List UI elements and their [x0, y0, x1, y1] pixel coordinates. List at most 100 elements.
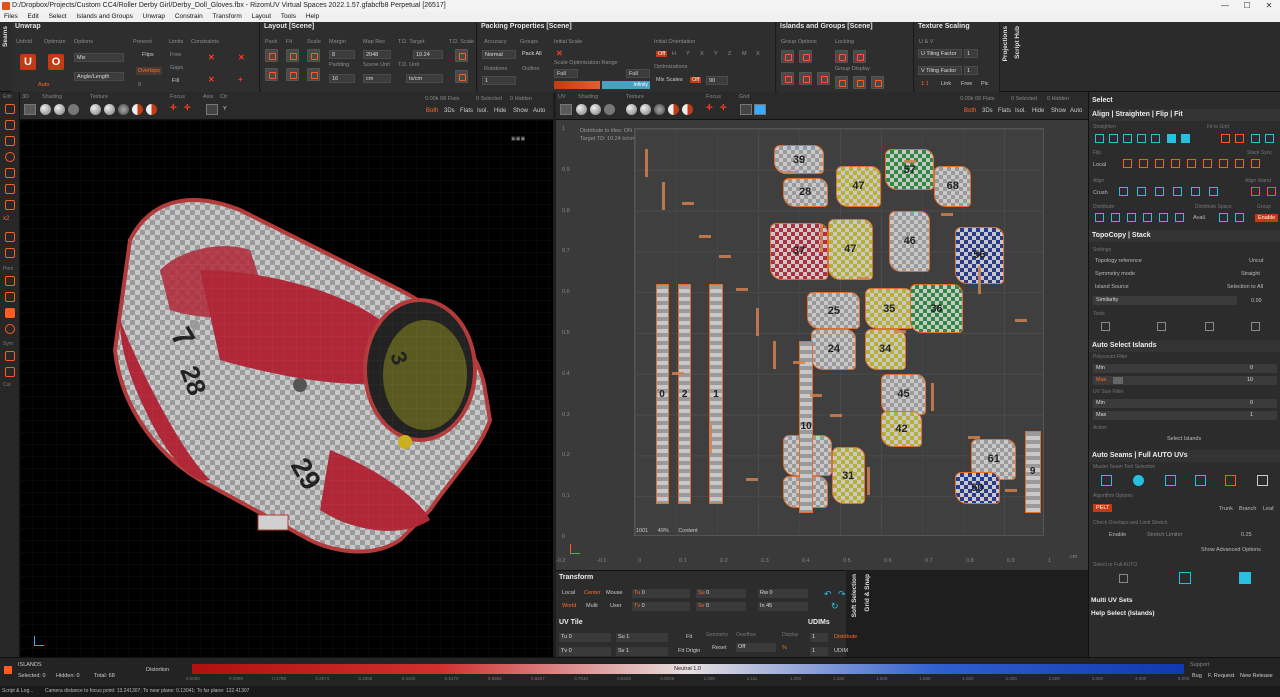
both-button[interactable]: Both — [426, 108, 438, 114]
menu-help[interactable]: Help — [306, 13, 319, 20]
mix-field[interactable]: Mix — [74, 53, 124, 62]
bug-link[interactable]: Bug — [1192, 673, 1202, 679]
uv-edge-strip[interactable] — [904, 160, 916, 163]
dist-space-2-icon[interactable] — [1235, 213, 1244, 222]
fit-button[interactable] — [286, 49, 299, 62]
select-islands-button[interactable]: Select Islands — [1167, 436, 1201, 442]
texture-ball-2[interactable] — [104, 104, 115, 115]
group-display-4[interactable] — [835, 76, 848, 89]
uv-edge-strip[interactable] — [746, 478, 758, 481]
rw-field[interactable]: Rw 0 — [758, 589, 808, 598]
scale-button[interactable] — [307, 49, 320, 62]
sym-1-icon[interactable] — [5, 351, 15, 361]
script-log-button[interactable]: Script & Log... — [2, 686, 33, 697]
align-4-icon[interactable] — [1173, 187, 1182, 196]
menu-layout[interactable]: Layout — [252, 13, 272, 20]
distribute-6-icon[interactable] — [1175, 213, 1184, 222]
magnet-icon[interactable] — [5, 184, 15, 194]
menu-files[interactable]: Files — [4, 13, 18, 20]
stretch-limiter-value[interactable]: 0.25 — [1241, 532, 1252, 538]
topocopy-tool-1-icon[interactable] — [1101, 322, 1110, 331]
uv-edge-strip[interactable] — [699, 235, 711, 238]
scale-range-min[interactable]: Full — [554, 69, 578, 78]
group-enable-toggle[interactable]: Enable — [1255, 214, 1279, 222]
topology-ref-select[interactable]: Uncut — [1249, 258, 1263, 264]
udim-v1-field[interactable]: 1 — [810, 633, 828, 642]
uv-edge-strip[interactable] — [1005, 489, 1017, 492]
projections-tab[interactable]: Projections — [1002, 26, 1009, 61]
v-tiling-field[interactable]: 1 — [964, 66, 978, 75]
in-field[interactable]: In 45 — [758, 602, 808, 611]
u-tiling-field[interactable]: 1 — [964, 49, 978, 58]
ratio-1-1-button[interactable]: 1:1 — [921, 81, 929, 87]
uv-edge-strip[interactable] — [941, 213, 953, 216]
uv-island[interactable]: 39 — [774, 145, 824, 174]
menu-unwrap[interactable]: Unwrap — [143, 13, 165, 20]
help-select-section[interactable]: Help Select (Islands) — [1091, 610, 1155, 617]
orient-h[interactable]: H — [672, 51, 676, 57]
pack-button[interactable] — [265, 49, 278, 62]
topocopy-tool-3-icon[interactable] — [1205, 322, 1214, 331]
uv-texture-ball-4[interactable] — [668, 104, 679, 115]
soft-selection-tab[interactable]: Soft Selection — [851, 574, 858, 617]
transform-mouse[interactable]: Mouse — [606, 590, 623, 596]
flip-4-icon[interactable] — [1171, 159, 1180, 168]
uv-grid-snap-icon[interactable] — [754, 104, 766, 115]
uv-texture-ball-5[interactable] — [682, 104, 693, 115]
branch-toggle[interactable]: Branch — [1239, 506, 1256, 512]
uv-island[interactable]: 50 — [954, 471, 1000, 505]
auto-label[interactable]: Auto — [38, 82, 49, 88]
uv-island[interactable]: 42 — [881, 410, 922, 448]
straighten-5-icon[interactable] — [1151, 134, 1160, 143]
td-target-field[interactable]: 10.24 — [413, 50, 443, 59]
uv-edge-strip[interactable] — [867, 467, 870, 495]
texture-ball-5[interactable] — [146, 104, 157, 115]
menu-transform[interactable]: Transform — [212, 13, 241, 20]
uv-edge-strip[interactable] — [857, 277, 869, 280]
uv-3ds-button[interactable]: 3Ds — [982, 108, 993, 114]
td-apply-button[interactable] — [455, 70, 468, 83]
udim-select[interactable]: UDIM — [834, 648, 848, 654]
seam-tool-4-icon[interactable] — [1195, 475, 1206, 486]
poly-max-field[interactable]: Max 10 — [1093, 376, 1277, 385]
padding-field[interactable]: 16 — [329, 74, 355, 83]
uv-both-button[interactable]: Both — [964, 108, 976, 114]
avail-select[interactable]: Avail. — [1193, 215, 1206, 221]
grid-snap-tab[interactable]: Grid & Snap — [864, 574, 871, 612]
constraint-pin-icon[interactable]: ✕ — [238, 53, 245, 62]
group-display-2[interactable] — [799, 72, 812, 85]
multi-uv-sets-section[interactable]: Multi UV Sets — [1091, 597, 1133, 604]
uv-edge-strip[interactable] — [978, 266, 981, 294]
similarity-value[interactable]: 0.99 — [1251, 298, 1262, 304]
hide-button[interactable]: Hide — [494, 108, 506, 114]
uv-edge-strip[interactable] — [783, 171, 795, 174]
topocopy-tool-4-icon[interactable] — [1251, 322, 1260, 331]
scale-range-bar-min[interactable] — [554, 81, 600, 89]
transform-local[interactable]: Local — [562, 590, 575, 596]
uv-viewport[interactable]: Distribute to tiles: ON Target TD: 10.24… — [556, 120, 1088, 570]
uv-island[interactable]: 46 — [889, 210, 931, 272]
uv-island[interactable]: 34 — [864, 328, 906, 370]
uv-edge-strip[interactable] — [968, 436, 980, 439]
constraint-cross-icon[interactable]: + — [238, 75, 243, 84]
rotate-ccw-icon[interactable]: ↶ — [824, 589, 832, 600]
orient-x[interactable]: X — [700, 51, 704, 57]
uv-edge-strip[interactable] — [931, 383, 934, 411]
straighten-6-icon[interactable] — [1167, 134, 1176, 143]
rect-select-icon[interactable] — [5, 120, 15, 130]
flip-6-icon[interactable] — [1203, 159, 1212, 168]
tile-fit-button[interactable]: Fit — [686, 634, 692, 640]
uv-island[interactable]: 35 — [864, 288, 914, 329]
distribute-1-icon[interactable] — [1095, 213, 1104, 222]
uv-show-button[interactable]: Show — [1051, 108, 1066, 114]
seam-tool-6-icon[interactable] — [1257, 475, 1268, 486]
flips-toggle[interactable]: Flips — [142, 52, 154, 58]
uv-strip-island[interactable]: 1 — [708, 284, 724, 505]
uv-edge-strip[interactable] — [810, 394, 822, 397]
poly-min-field[interactable]: Min 0 — [1093, 364, 1277, 373]
ungroup-button[interactable] — [799, 50, 812, 63]
orientation-off-toggle[interactable]: Off — [656, 51, 668, 57]
command-line[interactable]: Script & Log... Camera distance to focus… — [0, 686, 1280, 697]
new-release-link[interactable]: New Release — [1240, 673, 1273, 679]
fit-grid-1-icon[interactable] — [1221, 134, 1230, 143]
